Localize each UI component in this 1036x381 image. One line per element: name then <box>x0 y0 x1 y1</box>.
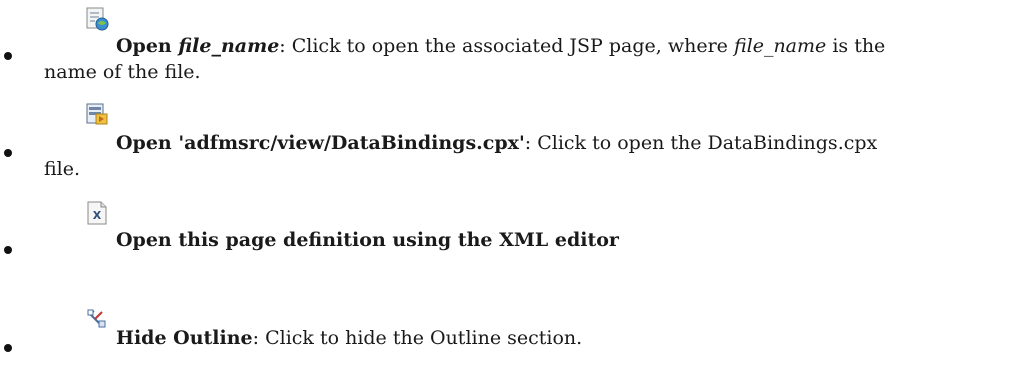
item-3-line-1: Open this page definition using the XML … <box>116 228 619 252</box>
open-databindings-icon[interactable] <box>84 101 110 127</box>
item-4-line-1: Hide Outline: Click to hide the Outline … <box>116 326 582 350</box>
bullet <box>4 149 12 157</box>
item-1-line-1: Open file_name: Click to open the associ… <box>116 34 885 58</box>
item-description: : Click to open the associated JSP page,… <box>279 35 886 57</box>
item-2-line-2: file. <box>44 158 81 180</box>
svg-text:X: X <box>93 209 102 222</box>
item-title: Hide Outline <box>116 327 253 349</box>
item-title: Open this page definition using the XML … <box>116 229 619 251</box>
item-description: : Click to hide the Outline section. <box>252 327 583 349</box>
bullet <box>4 52 12 60</box>
item-1-line-2: name of the file. <box>44 61 201 83</box>
bullet <box>4 344 12 352</box>
item-2-line-1: Open 'adfmsrc/view/DataBindings.cpx': Cl… <box>116 131 877 155</box>
item-description: : Click to open the DataBindings.cpx <box>524 132 878 154</box>
open-jsp-page-icon[interactable] <box>84 6 110 32</box>
item-title: Open file_name <box>116 35 280 57</box>
hide-outline-icon[interactable] <box>84 306 110 332</box>
item-title: Open 'adfmsrc/view/DataBindings.cpx' <box>116 132 525 154</box>
bullet <box>4 246 12 254</box>
xml-editor-icon[interactable]: X <box>84 200 110 226</box>
